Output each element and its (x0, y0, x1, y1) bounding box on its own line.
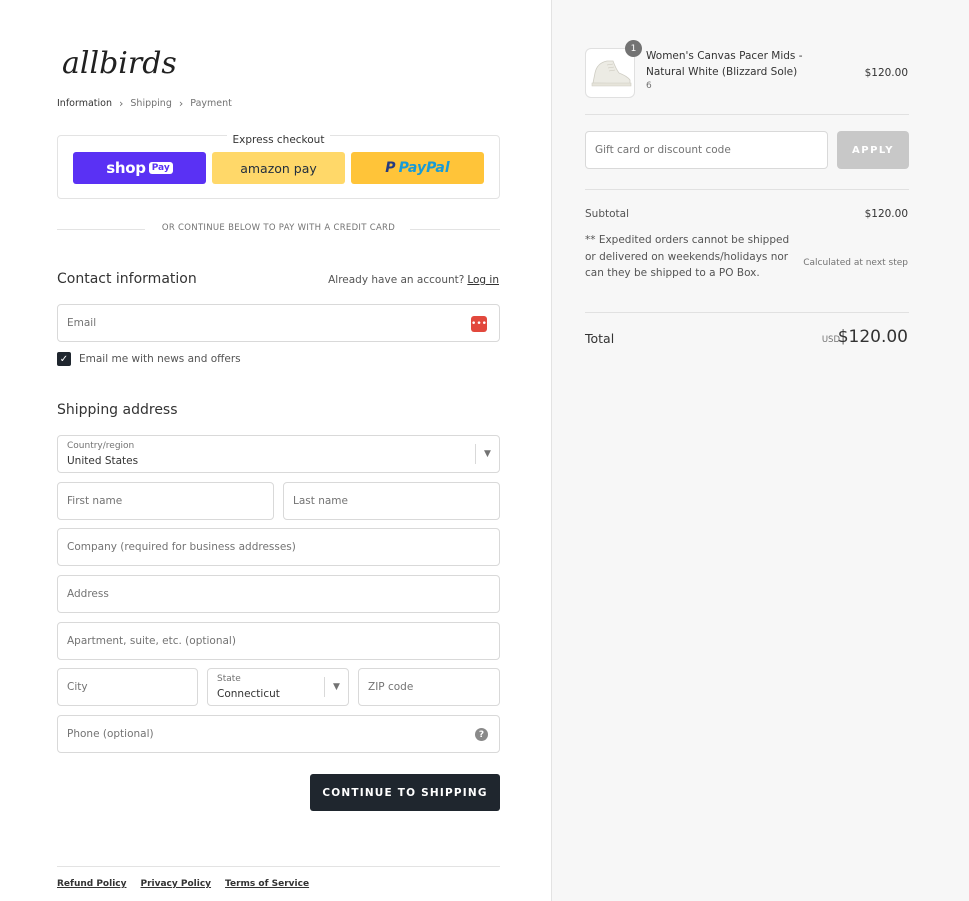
country-label: Country/region (67, 441, 135, 451)
chevron-down-icon: ▼ (324, 677, 348, 697)
logo-wordmark: allbirds (62, 46, 177, 81)
account-prompt-text: Already have an account? (328, 274, 465, 286)
checkout-main: allbirds Information › Shipping › Paymen… (0, 0, 551, 901)
continue-to-shipping-button[interactable]: CONTINUE TO SHIPPING (310, 774, 500, 811)
email-field[interactable]: Email ••• (57, 304, 500, 342)
breadcrumb-shipping: Shipping (130, 98, 172, 109)
phone-placeholder: Phone (optional) (67, 728, 154, 740)
subtotal-value: $120.00 (864, 208, 908, 220)
phone-field[interactable]: Phone (optional) ? (57, 715, 500, 753)
contact-information-title: Contact information (57, 271, 197, 287)
privacy-policy-link[interactable]: Privacy Policy (141, 879, 212, 889)
address-placeholder: Address (67, 588, 109, 600)
password-manager-icon[interactable]: ••• (471, 316, 487, 332)
breadcrumb-payment: Payment (190, 98, 232, 109)
state-label: State (217, 674, 241, 684)
subtotal-label: Subtotal (585, 208, 629, 220)
summary-divider (585, 189, 909, 190)
breadcrumb: Information › Shipping › Payment (57, 97, 232, 110)
shipping-value: Calculated at next step (803, 258, 908, 268)
discount-code-placeholder: Gift card or discount code (595, 144, 731, 156)
product-variant: 6 (646, 81, 652, 91)
first-name-field[interactable]: First name (57, 482, 274, 520)
summary-divider (585, 114, 909, 115)
shoe-image (591, 60, 632, 87)
logo-text: allbirds (62, 46, 177, 81)
state-value: Connecticut (217, 688, 280, 700)
amazon-pay-button[interactable]: amazon pay (212, 152, 345, 184)
state-select[interactable]: State Connecticut ▼ (207, 668, 349, 706)
paypal-button[interactable]: P PayPal (351, 152, 484, 184)
company-field[interactable]: Company (required for business addresses… (57, 528, 500, 566)
shop-pay-badge: Pay (148, 162, 173, 174)
last-name-field[interactable]: Last name (283, 482, 500, 520)
product-name: Women's Canvas Pacer Mids - Natural Whit… (646, 50, 803, 78)
refund-policy-link[interactable]: Refund Policy (57, 879, 127, 889)
breadcrumb-information[interactable]: Information (57, 98, 112, 109)
apartment-placeholder: Apartment, suite, etc. (optional) (67, 635, 236, 647)
payment-divider: OR CONTINUE BELOW TO PAY WITH A CREDIT C… (57, 222, 500, 236)
country-select[interactable]: Country/region United States ▼ (57, 435, 500, 473)
quantity-badge: 1 (625, 40, 642, 57)
zip-field[interactable]: ZIP code (358, 668, 500, 706)
amazon-pay-wordmark: amazon pay (240, 160, 317, 176)
city-field[interactable]: City (57, 668, 198, 706)
paypal-icon: P (385, 160, 396, 176)
newsletter-checkbox[interactable]: ✓ (57, 352, 71, 366)
newsletter-option[interactable]: ✓ Email me with news and offers (57, 352, 241, 366)
country-value: United States (67, 455, 139, 467)
shop-pay-wordmark: shop (106, 159, 146, 177)
allbirds-logo[interactable]: allbirds (60, 40, 180, 84)
chevron-right-icon: › (178, 97, 184, 110)
zip-placeholder: ZIP code (368, 681, 414, 693)
login-link[interactable]: Log in (467, 274, 499, 286)
company-placeholder: Company (required for business addresses… (67, 541, 296, 553)
email-placeholder: Email (67, 317, 97, 329)
discount-code-field[interactable]: Gift card or discount code (585, 131, 828, 169)
chevron-down-icon: ▼ (475, 444, 499, 464)
order-summary: 1 Women's Canvas Pacer Mids - Natural Wh… (551, 0, 969, 901)
city-placeholder: City (67, 681, 88, 693)
divider-text: OR CONTINUE BELOW TO PAY WITH A CREDIT C… (161, 223, 396, 233)
terms-of-service-link[interactable]: Terms of Service (225, 879, 309, 889)
shop-pay-button[interactable]: shop Pay (73, 152, 206, 184)
last-name-placeholder: Last name (293, 495, 348, 507)
apply-discount-button[interactable]: APPLY (837, 131, 909, 169)
newsletter-label: Email me with news and offers (79, 353, 241, 365)
express-checkout: Express checkout shop Pay amazon pay P P… (57, 134, 500, 199)
footer-links: Refund Policy Privacy Policy Terms of Se… (57, 879, 323, 889)
help-icon[interactable]: ? (475, 728, 488, 741)
account-prompt: Already have an account? Log in (328, 274, 499, 286)
footer-divider (57, 866, 500, 867)
express-checkout-title: Express checkout (226, 134, 331, 146)
shipping-note: ** Expedited orders cannot be shipped or… (585, 234, 790, 279)
chevron-right-icon: › (119, 97, 124, 110)
total-value: $120.00 (837, 327, 908, 347)
product-price: $120.00 (864, 67, 908, 79)
paypal-wordmark: PayPal (398, 160, 450, 176)
summary-divider (585, 312, 909, 313)
product-thumbnail (585, 48, 635, 98)
first-name-placeholder: First name (67, 495, 123, 507)
shipping-address-title: Shipping address (57, 402, 178, 418)
total-label: Total (585, 331, 615, 346)
address-field[interactable]: Address (57, 575, 500, 613)
apartment-field[interactable]: Apartment, suite, etc. (optional) (57, 622, 500, 660)
